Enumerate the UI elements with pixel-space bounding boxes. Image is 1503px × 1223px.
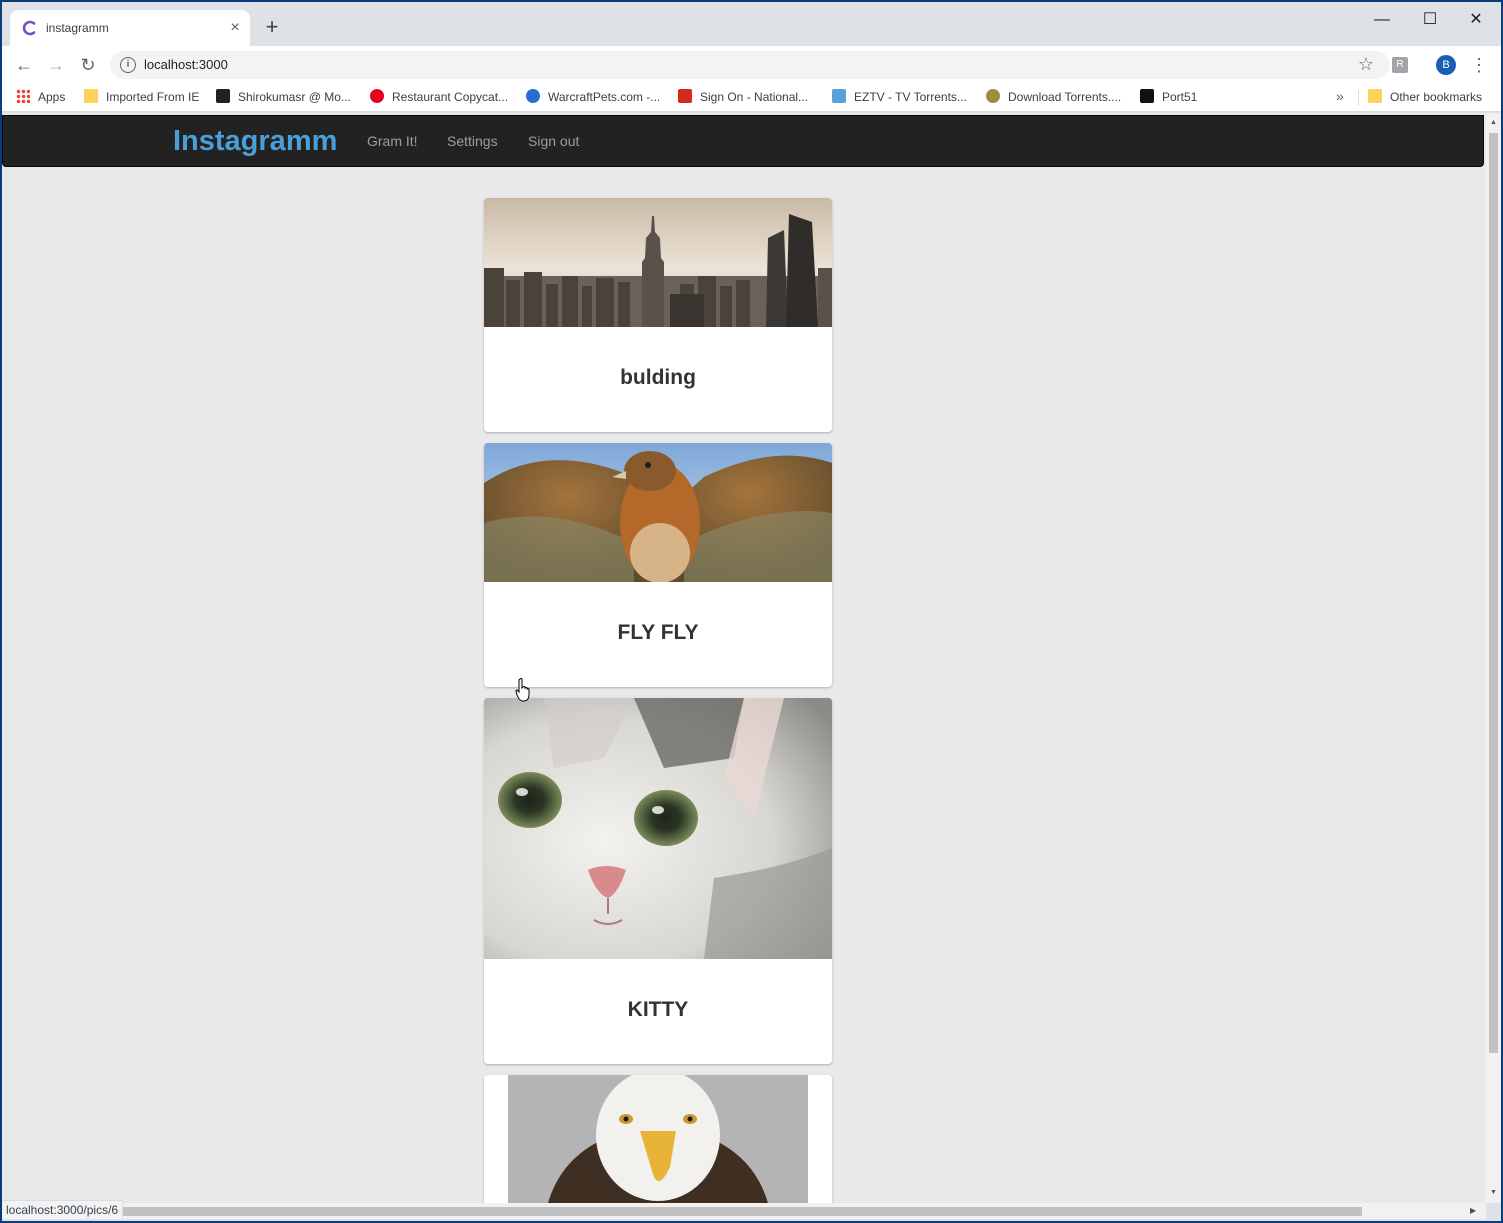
- apps-grid-icon: [16, 89, 30, 103]
- post-card[interactable]: FLY FLY: [484, 443, 832, 687]
- hawk-photo[interactable]: [484, 443, 832, 582]
- status-url-bubble: localhost:3000/pics/6: [2, 1200, 124, 1219]
- scroll-right-icon[interactable]: ▶: [1470, 1206, 1476, 1215]
- post-title: KITTY: [627, 998, 689, 1021]
- back-button[interactable]: ←: [12, 53, 36, 77]
- tab-title: instagramm: [46, 21, 109, 35]
- url-text[interactable]: localhost:3000: [144, 57, 228, 72]
- browser-menu-icon[interactable]: ⋮: [1470, 53, 1488, 77]
- nav-gram-it[interactable]: Gram It!: [367, 133, 418, 149]
- browser-tab[interactable]: instagramm ×: [10, 10, 250, 46]
- nav-sign-out[interactable]: Sign out: [528, 133, 579, 149]
- hand-cursor-icon: [515, 678, 530, 702]
- page-viewport: Instagramm Gram It! Settings Sign out bu…: [2, 113, 1486, 1203]
- site-icon: [216, 89, 230, 103]
- minimize-button[interactable]: —: [1362, 10, 1402, 34]
- site-info-icon[interactable]: i: [120, 57, 136, 73]
- bookmarks-separator: [1358, 90, 1359, 106]
- vertical-scrollbar[interactable]: ▲ ▼: [1486, 113, 1501, 1203]
- site-favicon-icon: [22, 20, 36, 36]
- tab-strip: instagramm × + — ☐ ✕: [2, 2, 1501, 46]
- close-window-button[interactable]: ✕: [1456, 10, 1496, 34]
- maximize-button[interactable]: ☐: [1410, 10, 1450, 34]
- post-title: bulding: [620, 366, 696, 389]
- kitten-photo[interactable]: [484, 698, 832, 959]
- maple-leaf-icon: [678, 89, 692, 103]
- site-icon: [1140, 89, 1154, 103]
- site-icon: [832, 89, 846, 103]
- bookmark-imported-from-ie[interactable]: Imported From IE: [84, 89, 199, 107]
- scroll-up-icon[interactable]: ▲: [1489, 119, 1498, 126]
- city-skyline-photo[interactable]: [484, 198, 832, 327]
- vertical-scroll-thumb[interactable]: [1489, 133, 1498, 1053]
- browser-window: instagramm × + — ☐ ✕ ← → ↻ i localhost:3…: [2, 2, 1501, 1221]
- post-title: FLY FLY: [617, 621, 699, 644]
- horizontal-scroll-thumb[interactable]: [120, 1207, 1362, 1216]
- bookmark-port51[interactable]: Port51: [1140, 89, 1197, 107]
- bookmark-warcraftpets[interactable]: WarcraftPets.com -...: [526, 89, 660, 107]
- browser-toolbar: ← → ↻ i localhost:3000 ☆ R B ⋮: [2, 46, 1501, 84]
- bald-eagle-photo[interactable]: [508, 1075, 808, 1203]
- bookmark-download-torrents[interactable]: Download Torrents....: [986, 89, 1121, 107]
- folder-icon: [1368, 89, 1382, 103]
- forward-button[interactable]: →: [44, 53, 68, 77]
- pinterest-icon: [370, 89, 384, 103]
- post-card[interactable]: KITTY: [484, 698, 832, 1064]
- profile-avatar[interactable]: B: [1436, 55, 1456, 75]
- shield-icon: [986, 89, 1000, 103]
- bookmarks-bar: Apps Imported From IE Shirokumasr @ Mo..…: [2, 84, 1501, 112]
- horizontal-scrollbar[interactable]: ▶: [2, 1203, 1486, 1219]
- site-icon: [526, 89, 540, 103]
- bookmark-eztv[interactable]: EZTV - TV Torrents...: [832, 89, 967, 107]
- bookmark-apps[interactable]: Apps: [16, 89, 65, 107]
- address-bar[interactable]: i localhost:3000 ☆: [110, 51, 1390, 79]
- bookmark-sign-on-national[interactable]: Sign On - National...: [678, 89, 808, 107]
- post-card[interactable]: bulding: [484, 198, 832, 432]
- post-card[interactable]: [484, 1075, 832, 1203]
- bookmark-star-icon[interactable]: ☆: [1358, 54, 1374, 75]
- new-tab-button[interactable]: +: [260, 16, 284, 40]
- brand-logo[interactable]: Instagramm: [173, 125, 337, 158]
- tab-close-icon[interactable]: ×: [226, 19, 244, 37]
- bookmark-shirokumasr[interactable]: Shirokumasr @ Mo...: [216, 89, 351, 107]
- scroll-down-icon[interactable]: ▼: [1489, 1189, 1498, 1196]
- bookmark-restaurant-copycat[interactable]: Restaurant Copycat...: [370, 89, 508, 107]
- other-bookmarks[interactable]: Other bookmarks: [1368, 89, 1482, 107]
- app-navbar: Instagramm Gram It! Settings Sign out: [2, 115, 1484, 167]
- folder-icon: [84, 89, 98, 103]
- extension-icon[interactable]: R: [1392, 57, 1408, 73]
- reload-button[interactable]: ↻: [76, 53, 100, 77]
- nav-settings[interactable]: Settings: [447, 133, 498, 149]
- more-bookmarks-icon[interactable]: »: [1336, 88, 1344, 104]
